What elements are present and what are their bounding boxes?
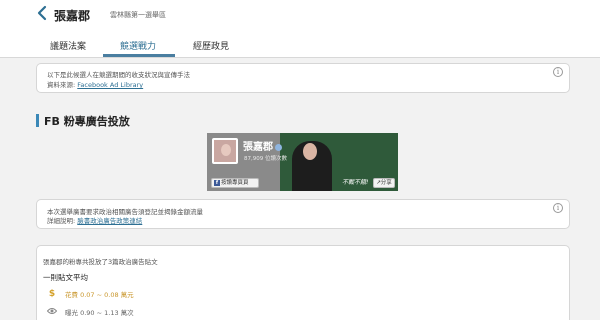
tab-bar: 議題法案 競選戰力 經歷政見	[0, 36, 600, 58]
intro-text: 以下是此候選人在競選期間的收支狀況與宣傳手法	[47, 71, 190, 79]
ad-stats-card: 張嘉郡的粉專共投放了3篇政治廣告貼文 一則貼文平均 $ 花費 0.07 ~ 0.…	[36, 245, 570, 320]
source-prefix: 資料來源:	[47, 81, 78, 89]
detail-prefix: 詳細說明:	[47, 217, 78, 225]
fb-follow-label: 按讚專頁頁	[221, 180, 249, 186]
tab-bills[interactable]: 議題法案	[50, 39, 86, 52]
candidate-name: 張嘉郡	[54, 9, 91, 23]
spend-range: 花費 0.07 ~ 0.08 萬元	[65, 291, 134, 299]
fb-page-name: 張嘉郡	[243, 138, 282, 153]
info-icon[interactable]: i	[553, 203, 563, 213]
info-icon[interactable]: i	[553, 67, 563, 77]
cover-person-face	[303, 143, 317, 160]
section-title: FB 粉專廣告投放	[44, 115, 130, 128]
source-link[interactable]: Facebook Ad Library	[77, 81, 143, 89]
views-range: 曝光 0.90 ~ 1.13 萬次	[65, 309, 134, 317]
candidate-district: 雲林縣第一選舉區	[110, 11, 166, 19]
fb-share-button[interactable]: ↗分享	[373, 178, 395, 188]
profile-picture	[212, 138, 238, 164]
page-header: 張嘉郡 雲林縣第一選舉區 議題法案 競選戰力 經歷政見	[0, 0, 600, 58]
tab-campaign-strength[interactable]: 競選戰力	[120, 39, 156, 52]
tab-experience[interactable]: 經歷政見	[193, 39, 229, 52]
fb-page-name-text: 張嘉郡	[243, 142, 273, 153]
fb-page-banner[interactable]: 張嘉郡 87,909 位讚次數 不戰不餓! f 按讚專頁頁 ↗分享	[207, 133, 398, 191]
cover-slogan: 不戰不餓!	[342, 179, 369, 186]
verified-icon	[275, 143, 282, 151]
chevron-left-icon[interactable]	[36, 5, 50, 21]
ad-summary: 張嘉郡的粉專共投放了3篇政治廣告貼文	[43, 258, 158, 266]
average-heading: 一則貼文平均	[43, 273, 88, 282]
intro-card: 以下是此候選人在競選期間的收支狀況與宣傳手法 資料來源: Facebook Ad…	[36, 63, 570, 93]
facebook-icon: f	[214, 179, 220, 186]
active-tab-indicator	[103, 54, 175, 57]
section-accent-bar	[36, 114, 39, 127]
disclosure-card: 本次選舉廣書要求政治相關廣告須登記並揭錄金額流量 詳細說明: 臉書政治廣告政策連…	[36, 199, 570, 229]
profile-face	[221, 144, 231, 156]
intro-source: 資料來源: Facebook Ad Library	[47, 79, 143, 89]
policy-link[interactable]: 臉書政治廣告政策連結	[77, 217, 142, 225]
fb-page-likes: 87,909 位讚次數	[244, 156, 287, 162]
eye-icon	[46, 307, 58, 317]
fb-follow-button[interactable]: f 按讚專頁頁	[211, 178, 259, 188]
dollar-icon: $	[48, 289, 56, 299]
disclosure-detail: 詳細說明: 臉書政治廣告政策連結	[47, 215, 142, 225]
